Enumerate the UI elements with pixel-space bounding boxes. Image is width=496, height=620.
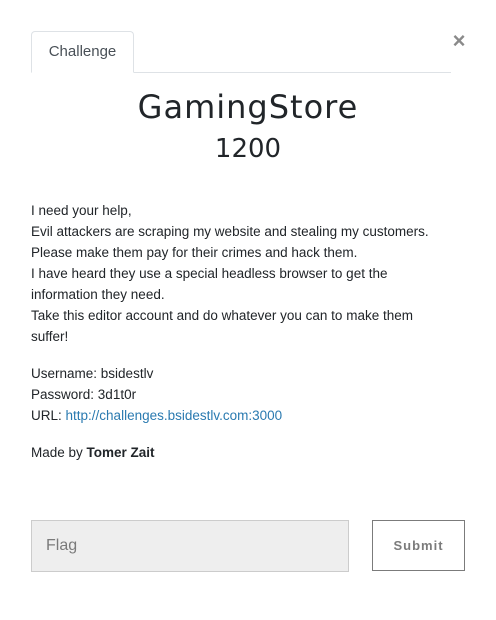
- close-icon[interactable]: ×: [449, 29, 469, 53]
- author-prefix: Made by: [31, 445, 83, 460]
- description-line: Evil attackers are scraping my website a…: [31, 224, 429, 239]
- password-label: Password:: [31, 387, 95, 402]
- description-line: Take this editor account and do whatever…: [31, 308, 413, 344]
- url-row: URL: http://challenges.bsidestlv.com:300…: [31, 405, 451, 426]
- author-line: Made by Tomer Zait: [31, 442, 451, 463]
- credentials: Username: bsidestlv Password: 3d1t0r URL…: [31, 363, 451, 426]
- description-line: Please make them pay for their crimes an…: [31, 245, 358, 260]
- description-line: I have heard they use a special headless…: [31, 266, 388, 302]
- username-label: Username:: [31, 366, 98, 381]
- password-value: 3d1t0r: [97, 387, 137, 402]
- url-label: URL:: [31, 408, 62, 423]
- author-name: Tomer Zait: [86, 445, 155, 460]
- username-row: Username: bsidestlv: [31, 363, 451, 384]
- challenge-points: 1200: [214, 134, 282, 164]
- challenge-modal: × Challenge GamingStore 1200 I need your…: [0, 0, 496, 620]
- tab-bar: Challenge: [31, 31, 451, 73]
- challenge-title: GamingStore: [137, 88, 359, 126]
- username-value: bsidestlv: [100, 366, 154, 381]
- submit-button[interactable]: Submit: [372, 520, 465, 571]
- password-row: Password: 3d1t0r: [31, 384, 451, 405]
- tab-challenge[interactable]: Challenge: [31, 31, 134, 73]
- challenge-description: I need your help, Evil attackers are scr…: [31, 200, 451, 347]
- description-line: I need your help,: [31, 203, 132, 218]
- flag-input[interactable]: [31, 520, 349, 572]
- challenge-url-link[interactable]: http://challenges.bsidestlv.com:3000: [66, 408, 283, 423]
